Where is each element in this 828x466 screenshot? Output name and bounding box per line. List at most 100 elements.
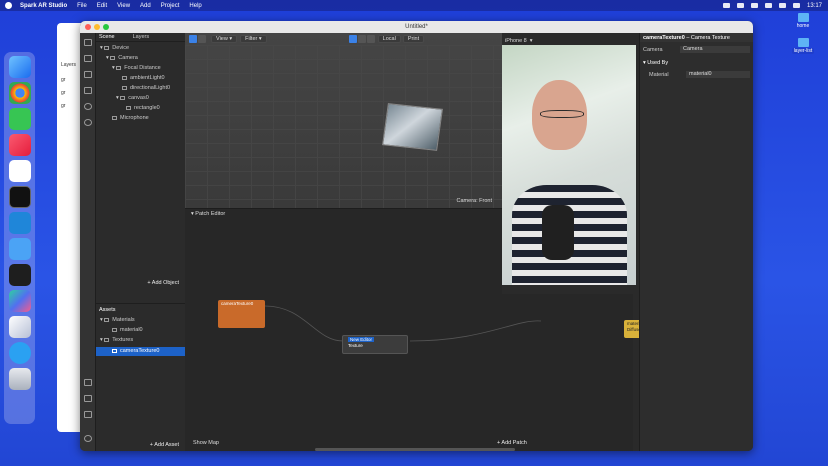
export-icon[interactable]	[84, 395, 92, 402]
tree-item-rectangle[interactable]: rectangle0	[96, 105, 185, 111]
add-asset-button[interactable]: + Add Asset	[150, 442, 179, 448]
menu-view[interactable]: View	[117, 3, 130, 9]
tab-scene[interactable]: Scene	[99, 34, 115, 40]
folder-icon	[797, 13, 809, 22]
node-port[interactable]: Texture	[343, 343, 407, 348]
vscode-icon[interactable]	[8, 212, 31, 234]
tree-item-ambient-light[interactable]: ambientLight0	[96, 75, 185, 81]
local-button[interactable]: Local	[377, 35, 401, 43]
tweetbot-icon[interactable]	[8, 342, 31, 364]
disk-utility-icon[interactable]	[8, 316, 31, 338]
device-selector[interactable]: iPhone 8	[505, 38, 527, 44]
node-title-input[interactable]: New Editor	[348, 337, 375, 342]
search-icon[interactable]	[778, 3, 786, 8]
menu-edit[interactable]: Edit	[97, 3, 107, 9]
slack-icon[interactable]	[8, 160, 31, 182]
tree-label: Microphone	[120, 115, 149, 121]
tree-label: cameraTexture0	[120, 348, 160, 354]
trash-icon[interactable]	[8, 368, 31, 390]
material-field-value[interactable]: material0	[686, 71, 750, 78]
menu-add[interactable]: Add	[140, 3, 151, 9]
publish-icon[interactable]	[84, 411, 92, 418]
tree-item-camera-texture[interactable]: cameraTexture0	[96, 347, 185, 356]
square-icon[interactable]	[84, 87, 92, 94]
terminal-icon[interactable]	[8, 186, 31, 208]
light-icon	[122, 75, 127, 80]
zoom-icon[interactable]	[103, 24, 109, 30]
menu-project[interactable]: Project	[161, 3, 180, 9]
finder-icon[interactable]	[8, 56, 31, 78]
window-title: Untitled*	[405, 24, 428, 30]
figma-icon[interactable]	[8, 264, 31, 286]
tree-item-focal-distance[interactable]: ▾ Focal Distance	[96, 65, 185, 71]
tree-item-device[interactable]: ▾ Device	[96, 45, 185, 51]
bg-row: gr	[61, 103, 66, 109]
spark-ar-icon[interactable]	[8, 290, 31, 312]
filter-dropdown[interactable]: Filter ▾	[240, 35, 267, 43]
menu-app-name[interactable]: Spark AR Studio	[20, 3, 67, 9]
screen-icon[interactable]	[722, 3, 730, 8]
desktop-folder-layer-list[interactable]: layer-list	[790, 38, 816, 54]
folder-icon	[797, 38, 809, 47]
refresh-icon[interactable]	[84, 103, 92, 110]
move-icon[interactable]	[348, 35, 357, 43]
tree-label: canvas0	[128, 95, 149, 101]
tree-item-canvas[interactable]: ▾ canvas0	[96, 95, 185, 101]
wifi-icon[interactable]	[764, 3, 772, 8]
tree-label: material0	[120, 327, 143, 333]
rotate-icon[interactable]	[357, 35, 366, 43]
show-map-button[interactable]: Show Map	[193, 440, 219, 446]
glasses-image	[540, 110, 584, 118]
import-icon[interactable]	[84, 379, 92, 386]
scale-icon[interactable]	[366, 35, 375, 43]
tree-item-directional-light[interactable]: directionalLight0	[96, 85, 185, 91]
scene-icon[interactable]	[84, 39, 92, 46]
tree-item-camera[interactable]: ▾ Camera	[96, 55, 185, 61]
add-object-button[interactable]: + Add Object	[147, 280, 179, 286]
connection-line	[409, 320, 542, 342]
tree-label: directionalLight0	[130, 85, 171, 91]
control-center-icon[interactable]	[792, 3, 800, 8]
list-view-icon[interactable]	[198, 35, 206, 43]
battery-icon[interactable]	[750, 3, 758, 8]
tab-layers[interactable]: Layers	[133, 34, 150, 40]
apple-icon[interactable]	[5, 2, 12, 9]
clock[interactable]: 13:17	[807, 3, 822, 9]
folder-icon	[104, 317, 110, 322]
camera-plane[interactable]	[382, 103, 443, 151]
desktop-folder-home[interactable]: home	[790, 13, 816, 29]
record-icon[interactable]	[736, 3, 744, 8]
tree-item-materials[interactable]: ▾ Materials	[96, 317, 185, 323]
used-by-header[interactable]: ▾ Used By	[643, 60, 668, 66]
camera-field-value[interactable]: Camera	[680, 46, 750, 53]
desktop-folder-label: home	[796, 23, 810, 29]
local-label: Local	[382, 36, 396, 42]
print-button[interactable]: Print	[402, 35, 425, 43]
tree-label: rectangle0	[134, 105, 160, 111]
settings-icon[interactable]	[84, 435, 92, 442]
camera-field-label: Camera	[643, 47, 663, 53]
close-icon[interactable]	[85, 24, 91, 30]
horizontal-scrollbar[interactable]	[315, 448, 515, 451]
chrome-icon[interactable]	[8, 82, 31, 104]
music-icon[interactable]	[8, 134, 31, 156]
tree-item-material0[interactable]: material0	[96, 327, 185, 333]
minimize-icon[interactable]	[94, 24, 100, 30]
view-dropdown[interactable]: View ▾	[211, 35, 238, 43]
menu-file[interactable]: File	[77, 3, 87, 9]
texture-node[interactable]: New Editor Texture	[342, 335, 408, 354]
camera-texture-node[interactable]: cameraTexture0	[218, 300, 265, 328]
light-icon	[122, 85, 127, 90]
library-icon[interactable]	[84, 71, 92, 78]
messages-icon[interactable]	[8, 108, 31, 130]
menu-help[interactable]: Help	[189, 3, 201, 9]
add-patch-button[interactable]: + Add Patch	[497, 440, 527, 446]
grid-view-icon[interactable]	[189, 35, 197, 43]
video-icon[interactable]	[84, 55, 92, 62]
bg-row: Layers	[61, 62, 77, 68]
mail-icon[interactable]	[8, 238, 31, 260]
search-icon[interactable]	[84, 119, 92, 126]
tree-item-textures[interactable]: ▾ Textures	[96, 337, 185, 343]
viewport[interactable]: View ▾ Filter ▾ Local Print Camera: Fron…	[185, 33, 502, 208]
tree-item-microphone[interactable]: Microphone	[96, 115, 185, 121]
